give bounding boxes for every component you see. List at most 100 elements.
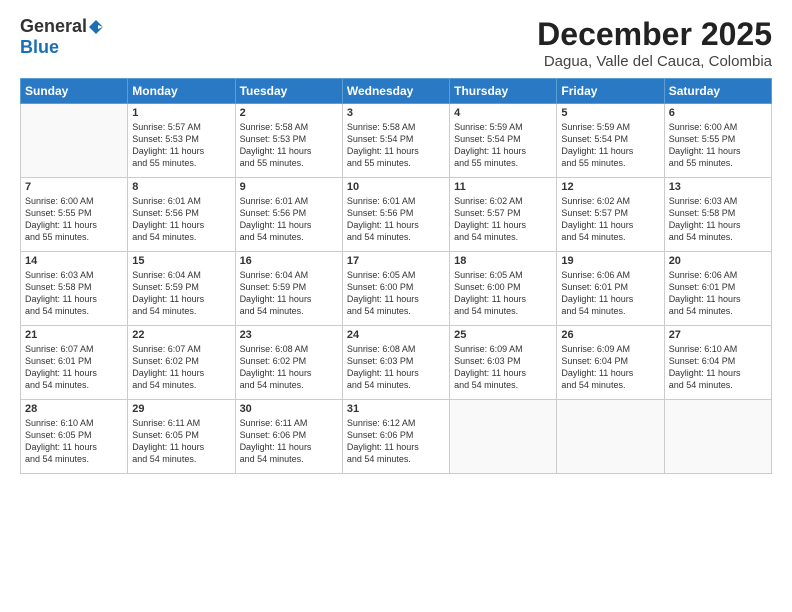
calendar-week-row: 1 Sunrise: 5:57 AMSunset: 5:53 PMDaylight… <box>21 104 772 178</box>
day-number: 14 <box>25 255 123 267</box>
calendar-cell: 4 Sunrise: 5:59 AMSunset: 5:54 PMDaylight… <box>450 104 557 178</box>
calendar-table: Sunday Monday Tuesday Wednesday Thursday… <box>20 78 772 474</box>
day-info: Sunrise: 6:03 AMSunset: 5:58 PMDaylight:… <box>669 195 767 244</box>
calendar-cell: 10Sunrise: 6:01 AMSunset: 5:56 PMDayligh… <box>342 178 449 252</box>
day-number: 23 <box>240 329 338 341</box>
day-info: Sunrise: 5:58 AMSunset: 5:54 PMDaylight:… <box>347 121 445 170</box>
calendar-cell: 28Sunrise: 6:10 AMSunset: 6:05 PMDayligh… <box>21 400 128 474</box>
day-number: 10 <box>347 181 445 193</box>
day-info: Sunrise: 6:08 AMSunset: 6:03 PMDaylight:… <box>347 343 445 392</box>
col-thursday: Thursday <box>450 79 557 104</box>
header: General Blue December 2025 Dagua, Valle … <box>20 16 772 70</box>
day-number: 30 <box>240 403 338 415</box>
day-number: 18 <box>454 255 552 267</box>
calendar-cell <box>664 400 771 474</box>
calendar-cell: 25 Sunrise: 6:09 AMSunset: 6:03 PMDayligh… <box>450 326 557 400</box>
day-info: Sunrise: 6:04 AMSunset: 5:59 PMDaylight:… <box>240 269 338 318</box>
calendar-cell: 19 Sunrise: 6:06 AMSunset: 6:01 PMDayligh… <box>557 252 664 326</box>
page: General Blue December 2025 Dagua, Valle … <box>0 0 792 612</box>
calendar-cell: 23 Sunrise: 6:08 AMSunset: 6:02 PMDayligh… <box>235 326 342 400</box>
calendar-cell: 15Sunrise: 6:04 AMSunset: 5:59 PMDayligh… <box>128 252 235 326</box>
day-number: 27 <box>669 329 767 341</box>
calendar-cell <box>557 400 664 474</box>
day-number: 16 <box>240 255 338 267</box>
day-number: 6 <box>669 107 767 119</box>
calendar-title: December 2025 <box>537 16 772 53</box>
logo-blue-text: Blue <box>20 37 59 57</box>
calendar-cell: 7Sunrise: 6:00 AMSunset: 5:55 PMDaylight… <box>21 178 128 252</box>
day-number: 13 <box>669 181 767 193</box>
day-number: 31 <box>347 403 445 415</box>
day-number: 15 <box>132 255 230 267</box>
day-info: Sunrise: 6:02 AMSunset: 5:57 PMDaylight:… <box>454 195 552 244</box>
day-number: 1 <box>132 107 230 119</box>
calendar-cell <box>450 400 557 474</box>
logo-general-text: General <box>20 16 87 37</box>
calendar-cell: 30 Sunrise: 6:11 AMSunset: 6:06 PMDayligh… <box>235 400 342 474</box>
calendar-cell: 21Sunrise: 6:07 AMSunset: 6:01 PMDayligh… <box>21 326 128 400</box>
day-number: 12 <box>561 181 659 193</box>
day-number: 19 <box>561 255 659 267</box>
day-info: Sunrise: 6:08 AMSunset: 6:02 PMDaylight:… <box>240 343 338 392</box>
day-info: Sunrise: 5:57 AMSunset: 5:53 PMDaylight:… <box>132 121 230 170</box>
day-info: Sunrise: 6:05 AMSunset: 6:00 PMDaylight:… <box>347 269 445 318</box>
day-number: 17 <box>347 255 445 267</box>
day-info: Sunrise: 6:10 AMSunset: 6:05 PMDaylight:… <box>25 417 123 466</box>
day-number: 25 <box>454 329 552 341</box>
day-info: Sunrise: 6:05 AMSunset: 6:00 PMDaylight:… <box>454 269 552 318</box>
day-number: 3 <box>347 107 445 119</box>
calendar-cell: 31 Sunrise: 6:12 AMSunset: 6:06 PMDayligh… <box>342 400 449 474</box>
day-number: 8 <box>132 181 230 193</box>
col-monday: Monday <box>128 79 235 104</box>
col-tuesday: Tuesday <box>235 79 342 104</box>
day-number: 7 <box>25 181 123 193</box>
day-info: Sunrise: 6:00 AMSunset: 5:55 PMDaylight:… <box>669 121 767 170</box>
day-info: Sunrise: 5:58 AMSunset: 5:53 PMDaylight:… <box>240 121 338 170</box>
day-info: Sunrise: 6:10 AMSunset: 6:04 PMDaylight:… <box>669 343 767 392</box>
calendar-cell: 16 Sunrise: 6:04 AMSunset: 5:59 PMDayligh… <box>235 252 342 326</box>
day-info: Sunrise: 6:07 AMSunset: 6:02 PMDaylight:… <box>132 343 230 392</box>
day-number: 21 <box>25 329 123 341</box>
day-info: Sunrise: 6:03 AMSunset: 5:58 PMDaylight:… <box>25 269 123 318</box>
day-number: 2 <box>240 107 338 119</box>
col-sunday: Sunday <box>21 79 128 104</box>
day-number: 11 <box>454 181 552 193</box>
calendar-cell: 8 Sunrise: 6:01 AMSunset: 5:56 PMDaylight… <box>128 178 235 252</box>
day-info: Sunrise: 6:01 AMSunset: 5:56 PMDaylight:… <box>132 195 230 244</box>
day-info: Sunrise: 5:59 AMSunset: 5:54 PMDaylight:… <box>454 121 552 170</box>
day-info: Sunrise: 6:01 AMSunset: 5:56 PMDaylight:… <box>240 195 338 244</box>
calendar-cell: 27 Sunrise: 6:10 AMSunset: 6:04 PMDayligh… <box>664 326 771 400</box>
col-wednesday: Wednesday <box>342 79 449 104</box>
calendar-cell: 18 Sunrise: 6:05 AMSunset: 6:00 PMDayligh… <box>450 252 557 326</box>
logo: General Blue <box>20 16 103 58</box>
logo-icon <box>89 20 103 34</box>
day-info: Sunrise: 6:11 AMSunset: 6:06 PMDaylight:… <box>240 417 338 466</box>
day-info: Sunrise: 6:09 AMSunset: 6:04 PMDaylight:… <box>561 343 659 392</box>
day-number: 20 <box>669 255 767 267</box>
calendar-cell: 12Sunrise: 6:02 AMSunset: 5:57 PMDayligh… <box>557 178 664 252</box>
day-info: Sunrise: 6:06 AMSunset: 6:01 PMDaylight:… <box>561 269 659 318</box>
calendar-week-row: 7Sunrise: 6:00 AMSunset: 5:55 PMDaylight… <box>21 178 772 252</box>
day-info: Sunrise: 6:12 AMSunset: 6:06 PMDaylight:… <box>347 417 445 466</box>
calendar-cell: 14 Sunrise: 6:03 AMSunset: 5:58 PMDayligh… <box>21 252 128 326</box>
day-info: Sunrise: 6:11 AMSunset: 6:05 PMDaylight:… <box>132 417 230 466</box>
calendar-cell: 2 Sunrise: 5:58 AMSunset: 5:53 PMDaylight… <box>235 104 342 178</box>
day-info: Sunrise: 6:09 AMSunset: 6:03 PMDaylight:… <box>454 343 552 392</box>
day-number: 9 <box>240 181 338 193</box>
day-number: 4 <box>454 107 552 119</box>
calendar-cell: 22Sunrise: 6:07 AMSunset: 6:02 PMDayligh… <box>128 326 235 400</box>
calendar-header-row: Sunday Monday Tuesday Wednesday Thursday… <box>21 79 772 104</box>
day-number: 26 <box>561 329 659 341</box>
calendar-cell: 9 Sunrise: 6:01 AMSunset: 5:56 PMDaylight… <box>235 178 342 252</box>
calendar-cell: 3 Sunrise: 5:58 AMSunset: 5:54 PMDaylight… <box>342 104 449 178</box>
calendar-cell: 11 Sunrise: 6:02 AMSunset: 5:57 PMDayligh… <box>450 178 557 252</box>
calendar-week-row: 28Sunrise: 6:10 AMSunset: 6:05 PMDayligh… <box>21 400 772 474</box>
calendar-cell: 24 Sunrise: 6:08 AMSunset: 6:03 PMDayligh… <box>342 326 449 400</box>
day-info: Sunrise: 6:06 AMSunset: 6:01 PMDaylight:… <box>669 269 767 318</box>
day-number: 29 <box>132 403 230 415</box>
day-number: 24 <box>347 329 445 341</box>
col-friday: Friday <box>557 79 664 104</box>
calendar-cell: 1 Sunrise: 5:57 AMSunset: 5:53 PMDaylight… <box>128 104 235 178</box>
calendar-week-row: 21Sunrise: 6:07 AMSunset: 6:01 PMDayligh… <box>21 326 772 400</box>
col-saturday: Saturday <box>664 79 771 104</box>
